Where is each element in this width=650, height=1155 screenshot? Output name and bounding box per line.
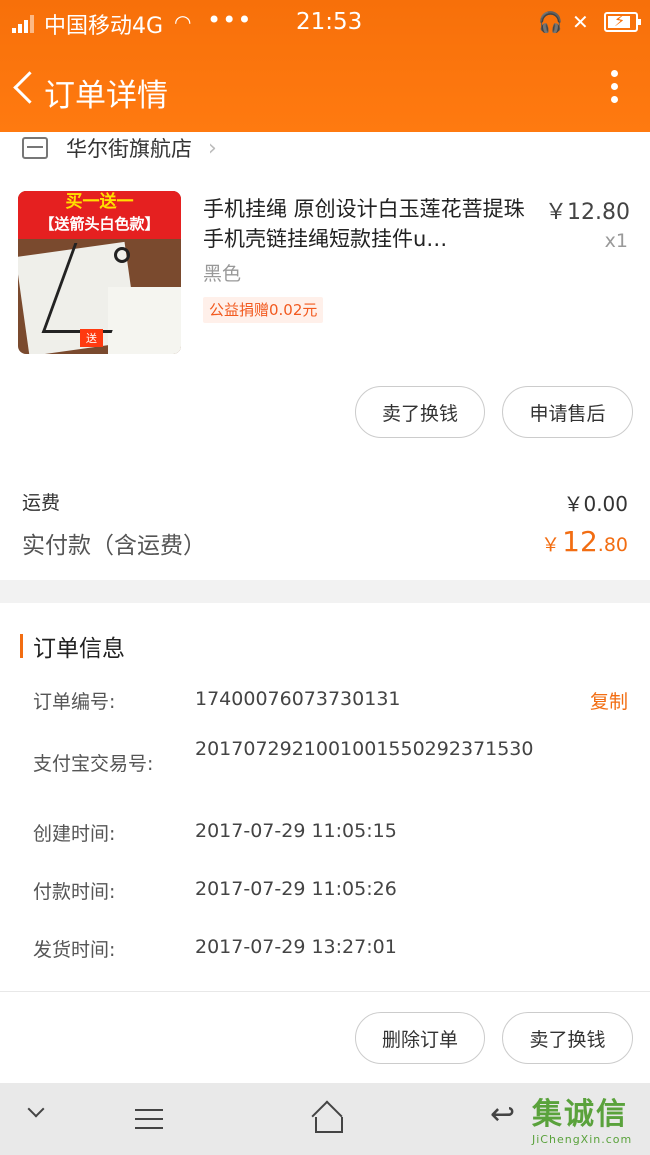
order-number-label: 订单编号: — [33, 691, 116, 713]
mute-icon: ✕ — [572, 10, 589, 34]
paid-label: 实付款（含运费） — [22, 533, 206, 559]
nav-bar: 订单详情 — [0, 48, 650, 132]
headset-icon: 🎧 — [538, 10, 563, 34]
created-time-value: 2017-07-29 11:05:15 — [195, 820, 397, 842]
thumbnail-banner-line1: 买一送一 — [65, 192, 134, 212]
store-link[interactable]: 华尔街旗航店 › — [22, 132, 217, 164]
section-header: 订单信息 — [20, 629, 125, 663]
menu-icon[interactable] — [135, 1109, 163, 1136]
apply-aftersale-button[interactable]: 申请售后 — [502, 386, 633, 438]
more-status-dots: ••• — [207, 6, 253, 34]
status-bar: 中国移动4G ◠ ••• 21:53 🎧 ✕ ⚡ — [0, 0, 650, 48]
thumbnail-banner-line2: 【送箭头白色款】 — [39, 215, 160, 233]
signal-icon — [12, 13, 38, 33]
copy-button[interactable]: 复制 — [590, 687, 628, 714]
chevron-right-icon: › — [208, 135, 217, 161]
carrier-label: 中国移动4G — [44, 14, 164, 39]
delete-order-button[interactable]: 删除订单 — [355, 1012, 485, 1064]
product-sku: 黑色 — [203, 263, 242, 285]
shipped-time-label: 发货时间: — [33, 939, 116, 961]
watermark-sub: JiChengXin.com — [532, 1133, 633, 1146]
store-name: 华尔街旗航店 — [66, 137, 192, 161]
paid-time-label: 付款时间: — [33, 881, 116, 903]
product-name[interactable]: 手机挂绳 原创设计白玉莲花菩提珠手机壳链挂绳短款挂件u… — [203, 194, 528, 254]
order-number-value: 17400076073730131 — [195, 688, 401, 710]
paid-amount: ￥12.80 — [541, 525, 628, 558]
sell-for-cash-button-footer[interactable]: 卖了换钱 — [502, 1012, 633, 1064]
store-icon — [22, 137, 48, 159]
watermark-chars: 集诚信 — [532, 1097, 628, 1132]
shipping-value: ￥0.00 — [563, 492, 628, 516]
divider — [0, 991, 650, 992]
order-info-card: 订单信息 订单编号: 17400076073730131 复制 支付宝交易号: … — [0, 603, 650, 1083]
top-bar: 中国移动4G ◠ ••• 21:53 🎧 ✕ ⚡ 订单详情 — [0, 0, 650, 132]
back-icon[interactable]: ↩ — [490, 1097, 515, 1132]
back-arrow-icon[interactable] — [10, 68, 40, 108]
alipay-trade-value: 2017072921001001550292371530 — [195, 738, 534, 760]
chevron-down-icon[interactable] — [27, 1100, 45, 1118]
watermark-logo: 集诚信 JiChengXin.com — [532, 1089, 644, 1149]
shipping-label: 运费 — [22, 492, 61, 514]
home-icon[interactable] — [310, 1103, 344, 1133]
created-time-label: 创建时间: — [33, 823, 116, 845]
section-accent-bar — [20, 634, 23, 658]
section-title: 订单信息 — [33, 636, 125, 662]
page-title: 订单详情 — [44, 78, 168, 114]
thumbnail-badge: 送 — [80, 329, 103, 347]
battery-icon: ⚡ — [604, 11, 641, 32]
product-price: ￥12.80 — [545, 200, 630, 225]
system-nav-bar: ↩ 集诚信 JiChengXin.com — [0, 1083, 650, 1155]
product-thumbnail[interactable]: 买一送一【送箭头白色款】 送 — [18, 191, 181, 354]
paid-time-value: 2017-07-29 11:05:26 — [195, 878, 397, 900]
shipped-time-value: 2017-07-29 13:27:01 — [195, 936, 397, 958]
product-quantity: x1 — [604, 230, 628, 252]
charity-tag: 公益捐赠0.02元 — [203, 297, 324, 323]
status-time: 21:53 — [296, 9, 363, 35]
wifi-icon: ◠ — [174, 10, 192, 34]
order-item-card: 华尔街旗航店 › 买一送一【送箭头白色款】 送 手机挂绳 原创设计白玉莲花菩提珠… — [0, 132, 650, 580]
sell-for-cash-button[interactable]: 卖了换钱 — [355, 386, 485, 438]
alipay-trade-label: 支付宝交易号: — [33, 753, 154, 775]
more-menu-icon[interactable] — [610, 70, 620, 106]
